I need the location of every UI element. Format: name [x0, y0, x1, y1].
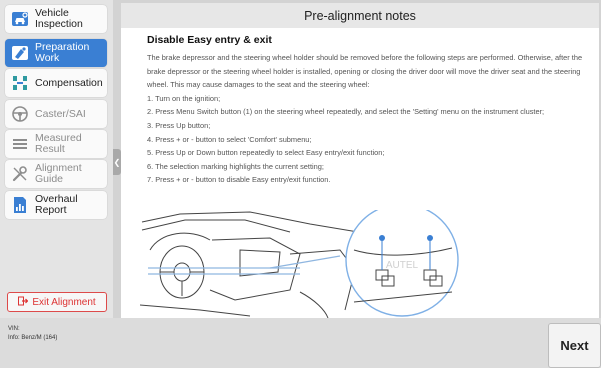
vehicle-info-text: Info: Benz/M (164) — [8, 335, 58, 341]
chevron-left-icon: ❮ — [113, 157, 121, 167]
notes-step: 6. The selection marking highlights the … — [147, 161, 324, 171]
car-inspection-icon — [9, 8, 31, 30]
vin-label: VIN: — [8, 326, 20, 332]
sidebar-item-label: Preparation Work — [35, 41, 90, 64]
steering-wheel-icon — [9, 103, 31, 125]
sidebar-item-label: Compensation — [35, 76, 103, 89]
page-title: Pre-alignment notes — [121, 3, 599, 28]
sidebar: Vehicle Inspection Preparation Work Comp… — [0, 0, 113, 318]
notes-intro: The brake depressor and the steering whe… — [147, 53, 583, 90]
car-interior-illustration: AUTEL — [140, 210, 459, 318]
sidebar-item-label: Alignment Guide — [35, 162, 82, 185]
collapse-sidebar-handle[interactable]: ❮ — [113, 149, 121, 175]
watermark-text: AUTEL — [386, 260, 419, 271]
notes-step: 3. Press Up button; — [147, 120, 211, 130]
next-button[interactable]: Next — [548, 323, 601, 368]
list-icon — [9, 133, 31, 155]
preparation-icon — [9, 42, 31, 64]
notes-document: Disable Easy entry & exit The brake depr… — [121, 28, 599, 187]
notes-step: 2. Press Menu Switch button (1) on the s… — [147, 107, 545, 117]
sidebar-item-preparation-work[interactable]: Preparation Work — [5, 39, 107, 67]
report-icon — [9, 194, 31, 216]
exit-icon — [18, 293, 29, 311]
notes-heading: Disable Easy entry & exit — [147, 34, 272, 46]
sidebar-item-label: Vehicle Inspection — [35, 7, 83, 30]
sidebar-item-label: Caster/SAI — [35, 107, 86, 120]
notes-step: 5. Press Up or Down button repeatedly to… — [147, 148, 385, 158]
exit-alignment-button[interactable]: Exit Alignment — [7, 292, 107, 312]
wrench-icon — [9, 163, 31, 185]
notes-step: 4. Press + or - button to select 'Comfor… — [147, 134, 312, 144]
footer-bar: VIN: Info: Benz/M (164) — [0, 318, 601, 368]
sidebar-item-label: Measured Result — [35, 132, 82, 155]
sidebar-item-vehicle-inspection[interactable]: Vehicle Inspection — [5, 5, 107, 33]
sidebar-item-measured-result[interactable]: Measured Result — [5, 130, 107, 158]
sidebar-item-compensation[interactable]: Compensation — [5, 69, 107, 97]
sidebar-item-alignment-guide[interactable]: Alignment Guide — [5, 160, 107, 188]
exit-alignment-label: Exit Alignment — [32, 296, 96, 308]
vehicle-info: VIN: Info: Benz/M (164) — [8, 325, 57, 343]
sidebar-item-overhaul-report[interactable]: Overhaul Report — [5, 191, 107, 219]
compensation-icon — [9, 72, 31, 94]
sidebar-item-label: Overhaul Report — [35, 193, 78, 216]
notes-step: 7. Press + or - button to disable Easy e… — [147, 175, 331, 185]
notes-step: 1. Turn on the ignition; — [147, 93, 221, 103]
sidebar-item-caster-sai[interactable]: Caster/SAI — [5, 100, 107, 128]
